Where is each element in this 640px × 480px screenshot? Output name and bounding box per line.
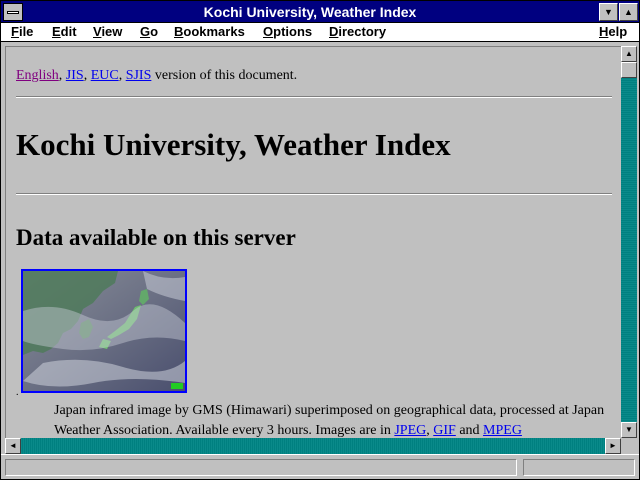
satellite-image-link[interactable] xyxy=(21,269,187,393)
window-title: Kochi University, Weather Index xyxy=(203,4,417,20)
horizontal-scroll-track[interactable] xyxy=(21,438,605,454)
link-jpeg[interactable]: JPEG xyxy=(394,423,426,438)
menu-help[interactable]: Help xyxy=(599,24,627,39)
menu-directory[interactable]: Directory xyxy=(329,24,386,39)
minimize-icon: ▼ xyxy=(604,7,613,17)
link-mpeg[interactable]: MPEG xyxy=(483,423,522,438)
satellite-image xyxy=(23,271,185,391)
status-message xyxy=(5,459,517,476)
maximize-icon: ▲ xyxy=(624,7,633,17)
scroll-left-button[interactable]: ◄ xyxy=(5,438,21,454)
menu-bookmarks[interactable]: Bookmarks xyxy=(174,24,245,39)
menu-go-accel: G xyxy=(140,24,151,39)
image-description: Japan infrared image by GMS (Himawari) s… xyxy=(54,401,614,438)
up-arrow-icon: ▲ xyxy=(625,49,633,58)
menu-bar: File Edit View Go Bookmarks Options Dire… xyxy=(1,23,639,42)
menu-view[interactable]: View xyxy=(93,24,122,39)
down-arrow-icon: ▼ xyxy=(625,425,633,434)
left-arrow-icon: ◄ xyxy=(9,441,17,450)
menu-view-label: iew xyxy=(101,24,123,39)
status-bar xyxy=(1,454,639,479)
scroll-down-button[interactable]: ▼ xyxy=(621,422,637,438)
menu-file[interactable]: File xyxy=(11,24,33,39)
link-sjis[interactable]: SJIS xyxy=(126,68,152,83)
scroll-up-button[interactable]: ▲ xyxy=(621,46,637,62)
separator: and xyxy=(455,423,484,438)
menu-directory-accel: D xyxy=(329,24,339,39)
title-bar[interactable]: Kochi University, Weather Index ▼ ▲ xyxy=(1,1,639,23)
menu-help-label: elp xyxy=(608,24,628,39)
progress-indicator xyxy=(523,459,635,476)
link-jis[interactable]: JIS xyxy=(66,68,84,83)
horizontal-scrollbar[interactable]: ◄ ► xyxy=(5,438,621,454)
menu-bookmarks-label: ookmarks xyxy=(183,24,245,39)
scroll-right-button[interactable]: ► xyxy=(605,438,621,454)
vertical-scroll-track[interactable] xyxy=(621,62,637,422)
minimize-button[interactable]: ▼ xyxy=(599,3,618,21)
system-menu-icon xyxy=(7,11,19,14)
menu-help-accel: H xyxy=(599,24,609,39)
menu-options[interactable]: Options xyxy=(263,24,312,39)
section-heading: Data available on this server xyxy=(16,225,296,250)
link-euc[interactable]: EUC xyxy=(91,68,119,83)
menu-go-label: o xyxy=(150,24,159,39)
menu-edit[interactable]: Edit xyxy=(52,24,77,39)
menu-go[interactable]: Go xyxy=(140,24,158,39)
vertical-scrollbar[interactable]: ▲ ▼ xyxy=(621,46,637,438)
menu-file-accel: F xyxy=(11,24,19,39)
page-heading: Kochi University, Weather Index xyxy=(16,127,451,162)
menu-options-accel: O xyxy=(263,24,274,39)
document-content[interactable]: English, JIS, EUC, SJIS version of this … xyxy=(5,46,621,438)
divider xyxy=(16,96,612,98)
menu-directory-label: irectory xyxy=(338,24,387,39)
menu-file-label: ile xyxy=(18,24,34,39)
link-gif[interactable]: GIF xyxy=(433,423,456,438)
menu-options-label: ptions xyxy=(273,24,313,39)
browser-window: Kochi University, Weather Index ▼ ▲ File… xyxy=(0,0,640,480)
vertical-scroll-thumb[interactable] xyxy=(621,62,637,78)
right-arrow-icon: ► xyxy=(609,441,617,450)
language-suffix: version of this document. xyxy=(154,68,298,83)
scrollbar-corner xyxy=(621,438,637,454)
system-menu-button[interactable] xyxy=(3,3,23,21)
language-line: English, JIS, EUC, SJIS version of this … xyxy=(16,68,298,83)
maximize-button[interactable]: ▲ xyxy=(619,3,638,21)
image-caption-dot: . xyxy=(16,387,19,398)
divider xyxy=(16,193,612,195)
menu-bookmarks-accel: B xyxy=(174,24,184,39)
menu-edit-label: dit xyxy=(60,24,77,39)
link-english[interactable]: English xyxy=(16,68,59,83)
menu-edit-accel: E xyxy=(52,24,61,39)
